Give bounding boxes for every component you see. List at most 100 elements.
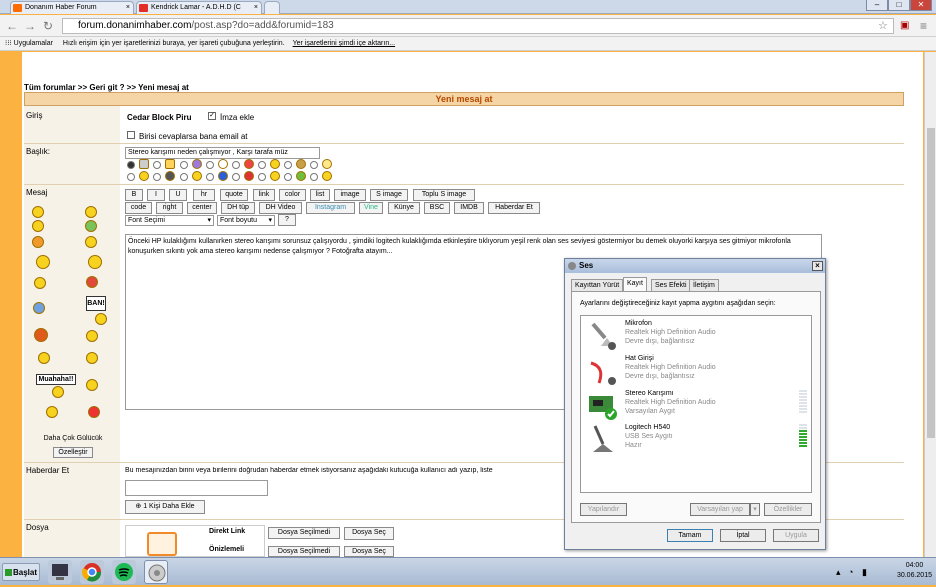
smiley-icon[interactable]: [85, 206, 97, 218]
tray-arrow-icon[interactable]: ▴: [836, 567, 841, 578]
dh-video-button[interactable]: DH Video: [259, 202, 302, 214]
taskbar-computer-icon[interactable]: [48, 560, 72, 584]
tab-youtube[interactable]: Kendrick Lamar - A.D.H.D (C ×: [136, 1, 262, 14]
dialog-close-button[interactable]: ×: [812, 261, 823, 271]
close-window-button[interactable]: ✕: [910, 0, 932, 11]
forward-arrow-icon[interactable]: →: [24, 19, 36, 33]
apply-button[interactable]: Uygula: [773, 529, 819, 542]
instagram-button[interactable]: Instagram: [306, 202, 355, 214]
import-bookmarks-link[interactable]: Yer işaretlerini şimdi içe aktarın...: [293, 40, 395, 47]
new-tab-button[interactable]: [264, 1, 280, 14]
ban-sign-smiley[interactable]: BAN!: [86, 296, 106, 311]
topic-icon-radio[interactable]: [206, 173, 214, 181]
imdb-button[interactable]: IMDB: [454, 202, 484, 214]
file-status-1[interactable]: Dosya Seçilmedi: [268, 527, 340, 539]
set-default-chevron-icon[interactable]: ▾: [750, 503, 760, 516]
url-input[interactable]: forum.donanimhaber.com/post.asp?do=add&f…: [62, 18, 894, 34]
topic-icon-radio[interactable]: [258, 161, 266, 169]
dh-tube-button[interactable]: DH tüp: [221, 202, 255, 214]
add-person-button[interactable]: ⊕ 1 Kişi Daha Ekle: [125, 500, 205, 514]
configure-button[interactable]: Yapılandır: [580, 503, 627, 516]
code-button[interactable]: code: [125, 202, 152, 214]
topic-icon-radio[interactable]: [127, 173, 135, 181]
device-microphone[interactable]: Mikrofon Realtek High Definition Audio D…: [587, 320, 815, 354]
taskbar-sound-icon[interactable]: [144, 560, 168, 584]
tab-playback[interactable]: Kayıttan Yürüt: [571, 279, 624, 291]
color-button[interactable]: color: [279, 189, 306, 201]
device-list[interactable]: Mikrofon Realtek High Definition Audio D…: [580, 315, 812, 493]
notify-button[interactable]: Haberdar Et: [488, 202, 540, 214]
topic-icon-radio[interactable]: [127, 161, 135, 169]
smiley-icon[interactable]: [32, 236, 44, 248]
smiley-icon[interactable]: [86, 276, 98, 288]
taskbar-chrome-icon[interactable]: [80, 560, 104, 584]
smiley-icon[interactable]: [38, 352, 50, 364]
s-image-button[interactable]: S image: [370, 189, 408, 201]
apps-label[interactable]: Uygulamalar: [14, 40, 53, 47]
topic-icon-radio[interactable]: [258, 173, 266, 181]
close-tab-icon[interactable]: ×: [126, 2, 130, 14]
muahaha-banner-smiley[interactable]: Muahaha!!: [36, 374, 76, 385]
menu-icon[interactable]: ≡: [920, 19, 927, 33]
kunye-button[interactable]: Künye: [388, 202, 420, 214]
back-arrow-icon[interactable]: ←: [6, 19, 18, 33]
smiley-icon[interactable]: [46, 406, 58, 418]
title-input[interactable]: Stereo karışımı neden çalışmıyor , Karşı…: [125, 147, 320, 159]
smiley-icon[interactable]: [36, 255, 50, 269]
breadcrumb[interactable]: Tüm forumlar >> Geri git ? >> Yeni mesaj…: [24, 83, 189, 92]
tab-donanimhaber[interactable]: Donanım Haber Forum ×: [10, 1, 134, 14]
bsc-button[interactable]: BSC: [424, 202, 450, 214]
smiley-icon[interactable]: [32, 220, 44, 232]
smiley-icon[interactable]: [32, 206, 44, 218]
bold-button[interactable]: B: [125, 189, 143, 201]
maximize-button[interactable]: □: [888, 0, 910, 11]
topic-icon-radio[interactable]: [284, 173, 292, 181]
reload-icon[interactable]: ↻: [43, 19, 53, 33]
smiley-icon[interactable]: [85, 220, 97, 232]
properties-button[interactable]: Özellikler: [764, 503, 812, 516]
hr-button[interactable]: hr: [193, 189, 215, 201]
topic-icon-radio[interactable]: [232, 161, 240, 169]
more-smileys-button[interactable]: Daha Çok Gülücük: [36, 434, 110, 444]
tab-sound-effects[interactable]: Ses Efekti: [651, 279, 691, 291]
device-logitech-h540[interactable]: Logitech H540 USB Ses Aygıtı Hazır: [587, 424, 815, 458]
cancel-button[interactable]: İptal: [720, 529, 766, 542]
smiley-icon[interactable]: [52, 386, 64, 398]
font-select[interactable]: Font Seçimi ▾: [125, 215, 214, 226]
close-tab-icon[interactable]: ×: [254, 2, 258, 14]
quote-button[interactable]: quote: [220, 189, 248, 201]
italic-button[interactable]: I: [147, 189, 165, 201]
smiley-icon[interactable]: [95, 313, 107, 325]
topic-icon-radio[interactable]: [153, 173, 161, 181]
topic-icon-radio[interactable]: [310, 173, 318, 181]
topic-icon-radio[interactable]: [284, 161, 292, 169]
tab-communication[interactable]: İletişim: [689, 279, 719, 291]
tray-clock-icon[interactable]: ◔: [848, 567, 853, 577]
file-status-2[interactable]: Dosya Seçilmedi: [268, 546, 340, 557]
smiley-icon[interactable]: [86, 330, 98, 342]
vertical-scrollbar[interactable]: [924, 52, 936, 557]
right-button[interactable]: right: [156, 202, 183, 214]
topic-icon-radio[interactable]: [310, 161, 318, 169]
dialog-titlebar[interactable]: Ses ×: [565, 259, 825, 273]
signature-checkbox[interactable]: ✓: [208, 112, 216, 120]
taskbar-spotify-icon[interactable]: [112, 560, 136, 584]
choose-file-button-2[interactable]: Dosya Seç: [344, 546, 394, 557]
device-line-in[interactable]: Hat Girişi Realtek High Definition Audio…: [587, 355, 815, 389]
smiley-icon[interactable]: [86, 352, 98, 364]
set-default-button[interactable]: Varsayılan yap: [690, 503, 750, 516]
star-icon[interactable]: ☆: [878, 19, 888, 33]
apps-icon[interactable]: ⁝⁝⁝: [5, 40, 12, 47]
topic-icon-radio[interactable]: [232, 173, 240, 181]
start-button[interactable]: Başlat: [2, 563, 40, 581]
center-button[interactable]: center: [187, 202, 217, 214]
topic-icon-radio[interactable]: [206, 161, 214, 169]
help-button[interactable]: ?: [278, 214, 296, 226]
topic-icon-radio[interactable]: [180, 173, 188, 181]
clock[interactable]: 04:00 30.06.2015: [897, 561, 932, 581]
underline-button[interactable]: U: [169, 189, 187, 201]
smiley-icon[interactable]: [88, 255, 102, 269]
customize-button[interactable]: Özelleştir: [53, 447, 93, 458]
minimize-button[interactable]: –: [866, 0, 888, 11]
smiley-icon[interactable]: [85, 236, 97, 248]
